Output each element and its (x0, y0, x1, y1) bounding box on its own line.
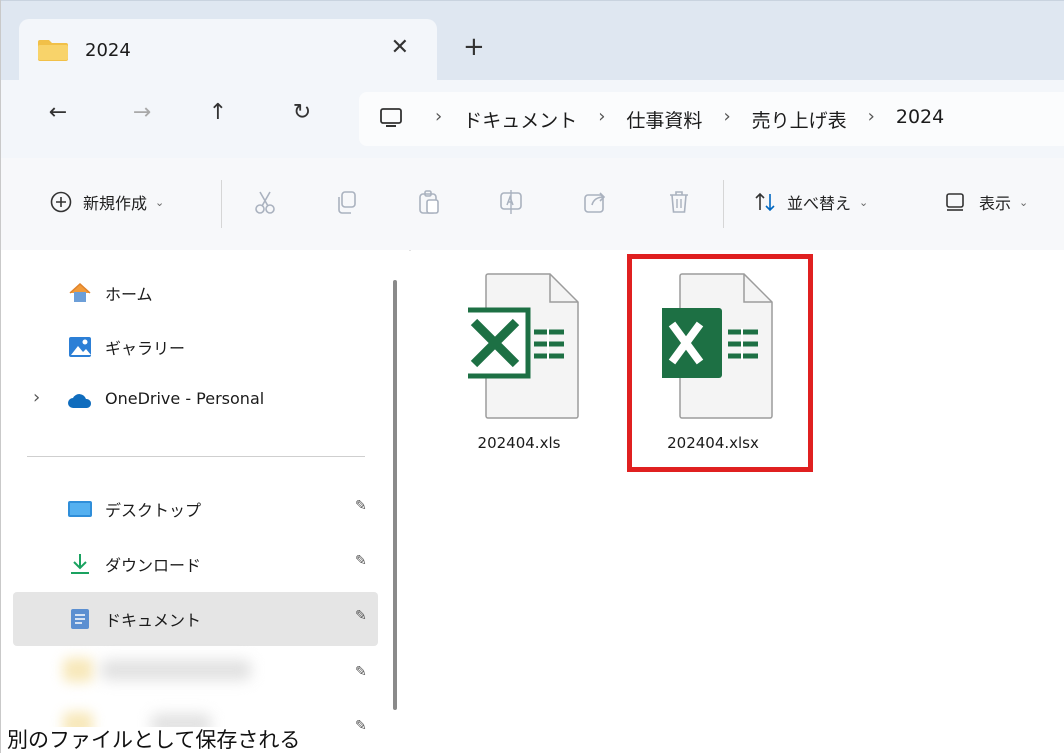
sidebar-item-onedrive[interactable]: › OneDrive - Personal (1, 374, 381, 428)
file-item-xls[interactable]: 202404.xls (433, 250, 583, 460)
divider (221, 180, 222, 228)
pin-icon[interactable]: ✎ (355, 553, 367, 569)
sort-button-label: 並べ替え (787, 194, 852, 213)
chevron-right-icon[interactable]: › (33, 387, 40, 408)
view-button[interactable]: 表示 ⌄ (943, 190, 1028, 214)
copy-icon[interactable] (333, 188, 361, 216)
documents-icon (71, 609, 89, 629)
plus-circle-icon (50, 191, 72, 213)
sidebar-item-label: ホーム (105, 285, 153, 304)
highlight-box (627, 254, 813, 472)
file-name: 202404.xls (477, 434, 561, 452)
command-bar: 新規作成 ⌄ 並べ替え ⌄ 表示 ⌄ (1, 158, 1064, 251)
sidebar-divider (27, 456, 365, 457)
download-icon (71, 554, 89, 574)
pin-icon[interactable]: ✎ (355, 664, 367, 680)
scrollbar-thumb[interactable] (393, 280, 397, 710)
tab-title: 2024 (85, 40, 131, 61)
chevron-down-icon: ⌄ (859, 195, 869, 209)
tab-strip: 2024 ✕ + (1, 0, 1064, 81)
back-arrow-icon[interactable]: ← (43, 100, 73, 125)
forward-arrow-icon[interactable]: → (127, 100, 157, 125)
view-icon (946, 193, 964, 211)
address-row: ← → ↑ ↻ › ドキュメント › 仕事資料 › 売り上げ表 › 2024 (1, 80, 1064, 159)
breadcrumb-separator: › (723, 106, 731, 127)
caption-text: 別のファイルとして保存される (7, 727, 301, 753)
address-bar[interactable]: › ドキュメント › 仕事資料 › 売り上げ表 › 2024 (359, 92, 1064, 146)
sidebar-item-label: OneDrive - Personal (105, 389, 265, 408)
computer-icon (380, 108, 402, 127)
desktop-icon (68, 501, 92, 517)
sidebar-item-home[interactable]: ホーム (1, 266, 381, 320)
folder-icon (38, 40, 68, 61)
navigation-pane: ホーム ギャラリー › OneDrive - Personal デスクトップ ✎… (1, 250, 409, 753)
sidebar-item-label: ギャラリー (105, 339, 186, 358)
sidebar-item-label: デスクトップ (105, 501, 202, 520)
sidebar-item-desktop[interactable]: デスクトップ ✎ (1, 482, 381, 536)
sidebar-item-gallery[interactable]: ギャラリー (1, 320, 381, 374)
new-tab-button[interactable]: + (463, 34, 485, 60)
sort-button[interactable]: 並べ替え ⌄ (753, 190, 868, 214)
sidebar-item-label: ドキュメント (105, 611, 202, 630)
new-button[interactable]: 新規作成 ⌄ (49, 190, 164, 214)
breadcrumb-item-documents[interactable]: ドキュメント (463, 106, 577, 133)
chevron-down-icon: ⌄ (1019, 195, 1029, 209)
breadcrumb-separator: › (867, 106, 875, 127)
chevron-down-icon: ⌄ (155, 195, 165, 209)
divider (723, 180, 724, 228)
rename-icon[interactable] (497, 188, 525, 216)
sidebar-item-label: ダウンロード (105, 556, 202, 575)
breadcrumb-item-sales-table[interactable]: 売り上げ表 (752, 106, 847, 133)
breadcrumb-separator: › (435, 106, 443, 127)
cut-icon[interactable] (251, 188, 279, 216)
close-icon[interactable]: ✕ (391, 35, 409, 60)
view-button-label: 表示 (979, 194, 1012, 213)
breadcrumb-item-2024[interactable]: 2024 (896, 106, 944, 133)
sort-arrows-icon (755, 192, 775, 212)
gallery-icon (69, 337, 91, 357)
refresh-icon[interactable]: ↻ (287, 100, 317, 125)
breadcrumb-separator: › (598, 106, 606, 127)
breadcrumb: › ドキュメント › 仕事資料 › 売り上げ表 › 2024 (435, 106, 944, 133)
tab-2024[interactable]: 2024 ✕ (19, 19, 437, 81)
excel-legacy-file-icon (468, 273, 579, 419)
delete-icon[interactable] (665, 188, 693, 216)
onedrive-cloud-icon (68, 394, 92, 408)
sidebar-item-documents[interactable]: ドキュメント ✎ (13, 592, 378, 646)
blurred-folder-icon (63, 658, 93, 682)
up-arrow-icon[interactable]: ↑ (203, 100, 233, 125)
file-explorer-window: 2024 ✕ + ← → ↑ ↻ › ドキュメント › 仕事資料 › 売り上げ表… (0, 0, 1064, 753)
pin-icon[interactable]: ✎ (355, 498, 367, 514)
share-icon[interactable] (581, 188, 609, 216)
sidebar-item-downloads[interactable]: ダウンロード ✎ (1, 537, 381, 591)
pin-icon[interactable]: ✎ (355, 608, 367, 624)
paste-icon[interactable] (415, 188, 443, 216)
home-icon (69, 282, 91, 302)
new-button-label: 新規作成 (83, 194, 148, 213)
blurred-label (101, 660, 251, 680)
pin-icon[interactable]: ✎ (355, 718, 367, 734)
breadcrumb-item-work-materials[interactable]: 仕事資料 (626, 106, 702, 133)
